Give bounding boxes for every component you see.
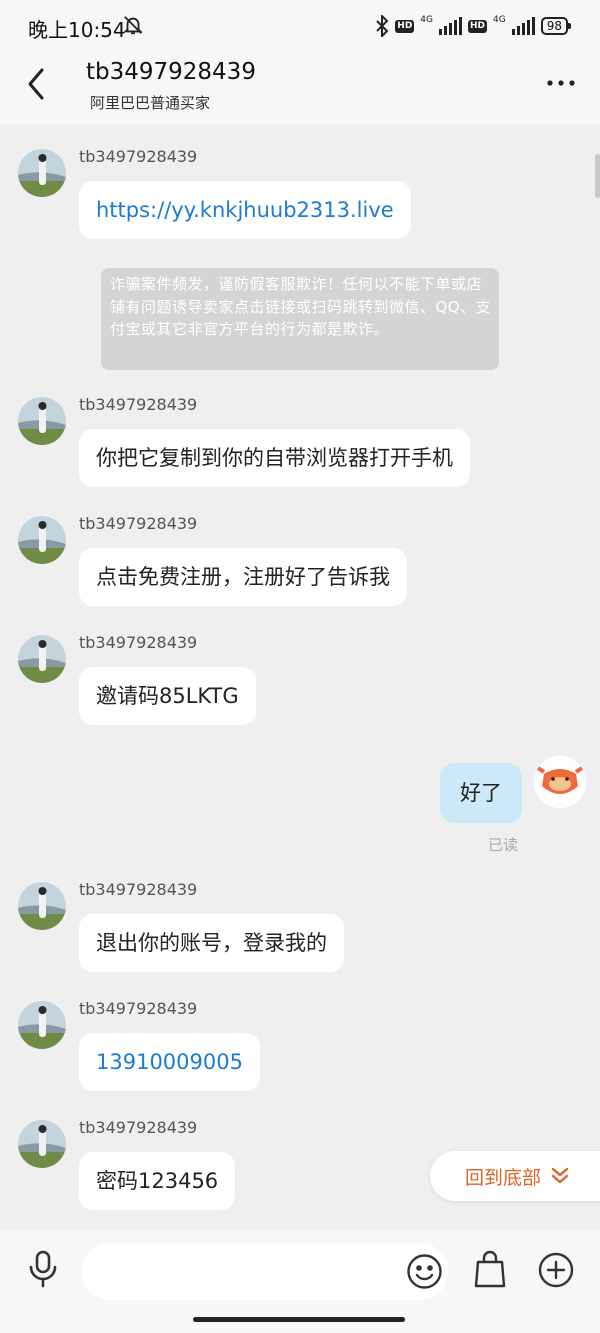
- chat-title: tb3497928439: [86, 59, 256, 85]
- chat-subtitle: 阿里巴巴普通买家: [90, 94, 211, 112]
- my-avatar[interactable]: [534, 756, 586, 808]
- sender-avatar[interactable]: [18, 149, 66, 197]
- sender-avatar[interactable]: [18, 882, 66, 930]
- message-bubble[interactable]: 点击免费注册，注册好了告诉我: [79, 548, 407, 606]
- hd-badge: HD: [468, 19, 488, 33]
- sender-name: tb3497928439: [79, 999, 198, 1018]
- sender-name: tb3497928439: [79, 147, 198, 166]
- message-link[interactable]: https://yy.knkjhuub2313.live: [79, 181, 411, 239]
- back-arrow-icon[interactable]: [22, 66, 52, 102]
- message-bubble[interactable]: 邀请码85LKTG: [79, 667, 256, 725]
- home-indicator[interactable]: [193, 1317, 405, 1322]
- system-notice-text: 诈骗案件频发，谨防假客服欺诈！任何以不能下单或店铺有问题诱导卖家点击链接或扫码跳…: [110, 275, 492, 338]
- sender-name: tb3497928439: [79, 880, 198, 899]
- signal-icon: [439, 17, 462, 35]
- read-status: 已读: [488, 836, 519, 854]
- bluetooth-icon: [376, 15, 389, 37]
- message-input[interactable]: [82, 1243, 448, 1300]
- message-phone-link[interactable]: 13910009005: [79, 1033, 260, 1091]
- hd-badge: HD: [395, 19, 415, 33]
- scroll-to-bottom-label: 回到底部: [465, 1167, 542, 1189]
- sender-name: tb3497928439: [79, 1118, 198, 1137]
- message-bubble[interactable]: 退出你的账号，登录我的: [79, 914, 344, 972]
- microphone-icon[interactable]: [28, 1250, 58, 1288]
- sender-avatar[interactable]: [18, 635, 66, 683]
- sender-avatar[interactable]: [18, 1120, 66, 1168]
- network-type: 4G: [420, 14, 433, 25]
- input-bar: [0, 1230, 600, 1333]
- my-message-bubble[interactable]: 好了: [440, 763, 522, 823]
- network-type: 4G: [493, 14, 506, 25]
- sender-name: tb3497928439: [79, 633, 198, 652]
- bell-off-icon: [123, 16, 143, 35]
- status-indicators: HD 4G HD 4G 98: [375, 14, 572, 38]
- battery-indicator: 98: [540, 17, 572, 35]
- sender-name: tb3497928439: [79, 514, 198, 533]
- signal-icon: [511, 17, 535, 35]
- plus-circle-icon[interactable]: [538, 1252, 574, 1288]
- shopping-bag-icon[interactable]: [474, 1250, 506, 1288]
- system-notice: 诈骗案件频发，谨防假客服欺诈！任何以不能下单或店铺有问题诱导卖家点击链接或扫码跳…: [101, 268, 499, 370]
- message-bubble[interactable]: 密码123456: [79, 1152, 236, 1210]
- chat-header: tb3497928439 阿里巴巴普通买家: [0, 52, 600, 124]
- status-time: 晚上10:54: [28, 18, 126, 42]
- sender-avatar[interactable]: [18, 1001, 66, 1049]
- sender-avatar[interactable]: [18, 397, 66, 445]
- message-bubble[interactable]: 你把它复制到你的自带浏览器打开手机: [79, 429, 470, 487]
- scroll-to-bottom-button[interactable]: 回到底部: [430, 1151, 600, 1201]
- more-icon[interactable]: [546, 78, 576, 88]
- emoji-icon[interactable]: [406, 1253, 443, 1290]
- sender-avatar[interactable]: [18, 516, 66, 564]
- scrollbar[interactable]: [595, 154, 600, 198]
- chevron-double-down-icon: [551, 1167, 569, 1184]
- status-bar: 晚上10:54 HD 4G HD 4G 98: [0, 0, 600, 52]
- sender-name: tb3497928439: [79, 395, 198, 414]
- chat-messages[interactable]: tb3497928439 https://yy.knkjhuub2313.liv…: [0, 124, 600, 1230]
